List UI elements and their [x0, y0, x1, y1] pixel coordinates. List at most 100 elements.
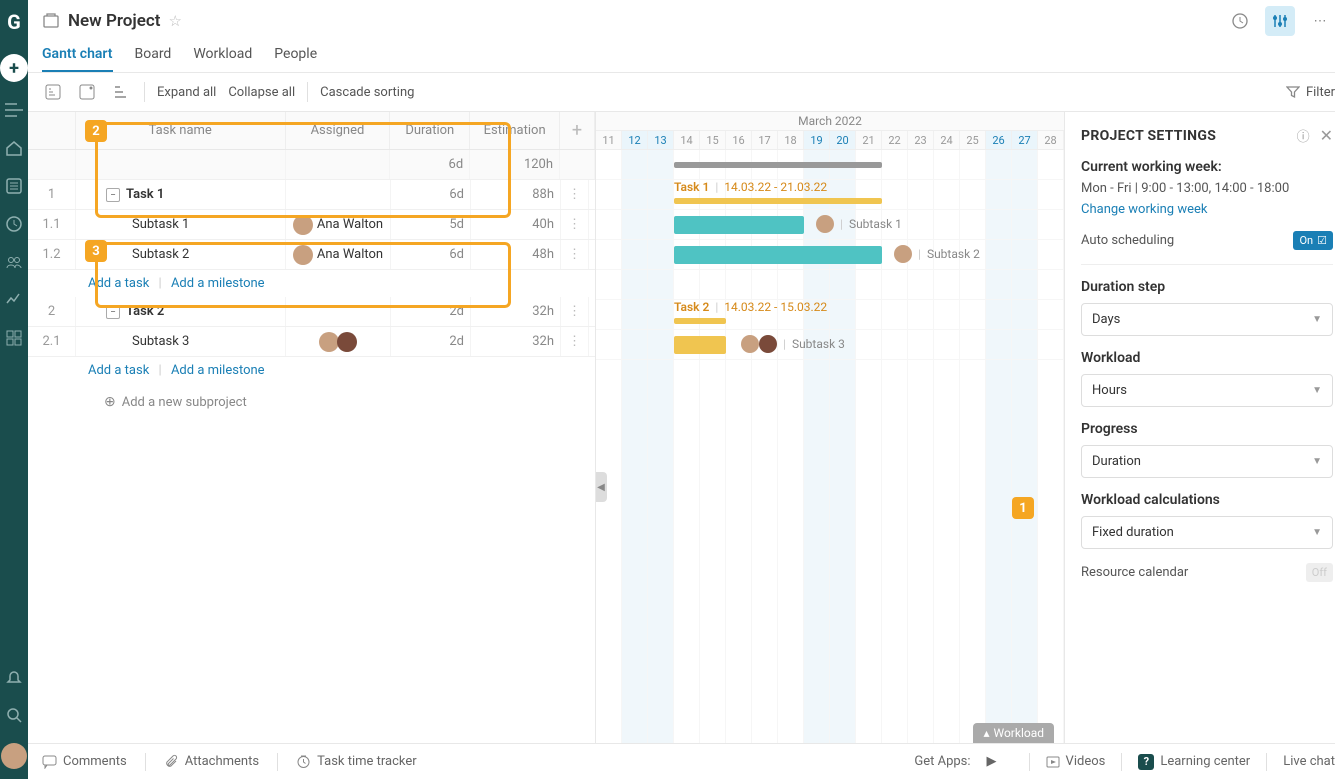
- home-icon[interactable]: [4, 138, 24, 158]
- workload-select[interactable]: Hours▼: [1081, 374, 1333, 407]
- current-week-label: Current working week:: [1081, 159, 1333, 175]
- row-menu-icon[interactable]: ⋮: [561, 297, 589, 326]
- auto-scheduling-label: Auto scheduling: [1081, 233, 1174, 248]
- duration-step-label: Duration step: [1081, 279, 1333, 295]
- add-milestone-link[interactable]: Add a milestone: [171, 276, 265, 291]
- workload-label: Workload: [1081, 350, 1333, 366]
- learning-button[interactable]: ?Learning center: [1138, 754, 1250, 770]
- settings-panel: PROJECT SETTINGS ⓘ ✕ Current working wee…: [1064, 112, 1335, 743]
- project-title: New Project: [68, 11, 160, 31]
- col-duration: Duration: [390, 112, 470, 149]
- collapse-icon[interactable]: −: [106, 188, 120, 202]
- task-bar[interactable]: [674, 216, 804, 234]
- list-icon[interactable]: [4, 176, 24, 196]
- task-row[interactable]: 2.1 Subtask 3 2d 32h ⋮: [28, 327, 595, 357]
- task-row[interactable]: 2 −Task 2 2d 32h ⋮: [28, 297, 595, 327]
- collapse-icon[interactable]: −: [106, 305, 120, 319]
- add-button[interactable]: +: [0, 54, 28, 82]
- comments-button[interactable]: Comments: [42, 754, 127, 769]
- row-menu-icon[interactable]: ⋮: [561, 240, 589, 269]
- history-icon[interactable]: [1225, 6, 1255, 36]
- clock-icon[interactable]: [4, 214, 24, 234]
- callout-3: 3: [85, 240, 107, 262]
- add-column-button[interactable]: +: [560, 112, 595, 149]
- add-milestone-link[interactable]: Add a milestone: [171, 363, 265, 378]
- filter-button[interactable]: Filter: [1306, 85, 1335, 100]
- current-week-value: Mon - Fri | 9:00 - 13:00, 14:00 - 18:00: [1081, 181, 1333, 196]
- callout-1: 1: [1012, 497, 1034, 519]
- apps-icon[interactable]: [4, 328, 24, 348]
- task-bar[interactable]: [674, 246, 882, 264]
- workload-calc-label: Workload calculations: [1081, 492, 1333, 508]
- tab-people[interactable]: People: [274, 42, 317, 72]
- add-task-link[interactable]: Add a task: [88, 276, 149, 291]
- collapse-handle[interactable]: ◀: [596, 472, 607, 502]
- tab-workload[interactable]: Workload: [193, 42, 252, 72]
- add-task-link[interactable]: Add a task: [88, 363, 149, 378]
- settings-toggle-icon[interactable]: [1265, 6, 1295, 36]
- col-task-name: Task name: [76, 112, 286, 149]
- summary-bar[interactable]: [674, 162, 882, 168]
- activity-icon[interactable]: [4, 290, 24, 310]
- col-assigned: Assigned: [286, 112, 391, 149]
- row-menu-icon[interactable]: ⋮: [561, 327, 589, 356]
- row-menu-icon[interactable]: ⋮: [561, 210, 589, 239]
- assignee-avatar: [293, 215, 313, 235]
- project-icon: [42, 12, 60, 30]
- tab-board[interactable]: Board: [135, 42, 172, 72]
- task-row[interactable]: 1 −Task 1 6d 88h ⋮: [28, 180, 595, 210]
- progress-label: Progress: [1081, 421, 1333, 437]
- col-estimation: Estimation: [470, 112, 560, 149]
- tracker-button[interactable]: Task time tracker: [296, 754, 417, 769]
- assignee-avatar: [319, 332, 339, 352]
- google-play-icon[interactable]: ▶: [987, 754, 997, 769]
- live-chat-button[interactable]: Live chat: [1283, 754, 1335, 769]
- view-tabs: Gantt chart Board Workload People: [28, 36, 1335, 73]
- user-avatar[interactable]: [1, 743, 27, 769]
- resource-calendar-label: Resource calendar: [1081, 565, 1188, 580]
- tab-gantt[interactable]: Gantt chart: [42, 42, 113, 72]
- callout-2: 2: [85, 120, 107, 142]
- toolbar-icon-2[interactable]: [76, 81, 98, 103]
- add-subproject-button[interactable]: ⊕ Add a new subproject: [28, 384, 595, 420]
- help-icon[interactable]: ⓘ: [1297, 126, 1310, 145]
- assignee-avatar: [293, 245, 313, 265]
- task-row[interactable]: 1.1 Subtask 1 Ana Walton 5d 40h ⋮: [28, 210, 595, 240]
- close-icon[interactable]: ✕: [1320, 126, 1333, 145]
- footer: Comments Attachments Task time tracker G…: [28, 743, 1335, 779]
- toolbar-icon-3[interactable]: [110, 81, 132, 103]
- grid-header: Task name Assigned Duration Estimation +: [28, 112, 595, 150]
- left-sidebar: G +: [0, 0, 28, 779]
- task-bar[interactable]: [674, 198, 882, 204]
- resource-calendar-toggle[interactable]: Off: [1306, 563, 1333, 582]
- task-bar[interactable]: [674, 336, 726, 354]
- menu-icon[interactable]: [4, 100, 24, 120]
- collapse-all-button[interactable]: Collapse all: [228, 85, 295, 100]
- timeline-month: March 2022: [596, 112, 1064, 131]
- progress-select[interactable]: Duration▼: [1081, 445, 1333, 478]
- bell-icon[interactable]: [4, 667, 24, 687]
- workload-calc-select[interactable]: Fixed duration▼: [1081, 516, 1333, 549]
- timeline-days: 111213141516171819202122232425262728: [596, 131, 1064, 150]
- toolbar: Expand all Collapse all Cascade sorting …: [28, 73, 1335, 112]
- summary-estimation: 120h: [470, 150, 560, 179]
- videos-button[interactable]: Videos: [1046, 754, 1106, 769]
- auto-scheduling-toggle[interactable]: On☑: [1293, 231, 1333, 250]
- more-icon[interactable]: ⋯: [1305, 6, 1335, 36]
- topbar: New Project ☆ ⋯: [28, 0, 1335, 36]
- cascade-sort-button[interactable]: Cascade sorting: [320, 85, 414, 100]
- task-bar[interactable]: [674, 318, 726, 324]
- filter-icon: [1286, 85, 1300, 99]
- star-icon[interactable]: ☆: [168, 12, 181, 30]
- team-icon[interactable]: [4, 252, 24, 272]
- workload-tab[interactable]: ▴Workload: [973, 723, 1054, 743]
- attachments-button[interactable]: Attachments: [164, 754, 259, 769]
- change-week-link[interactable]: Change working week: [1081, 202, 1333, 217]
- toolbar-icon-1[interactable]: [42, 81, 64, 103]
- row-menu-icon[interactable]: ⋮: [561, 180, 589, 209]
- duration-step-select[interactable]: Days▼: [1081, 303, 1333, 336]
- expand-all-button[interactable]: Expand all: [157, 85, 216, 100]
- task-row[interactable]: 1.2 Subtask 2 Ana Walton 6d 48h ⋮: [28, 240, 595, 270]
- search-icon[interactable]: [4, 705, 24, 725]
- app-logo: G: [0, 8, 28, 36]
